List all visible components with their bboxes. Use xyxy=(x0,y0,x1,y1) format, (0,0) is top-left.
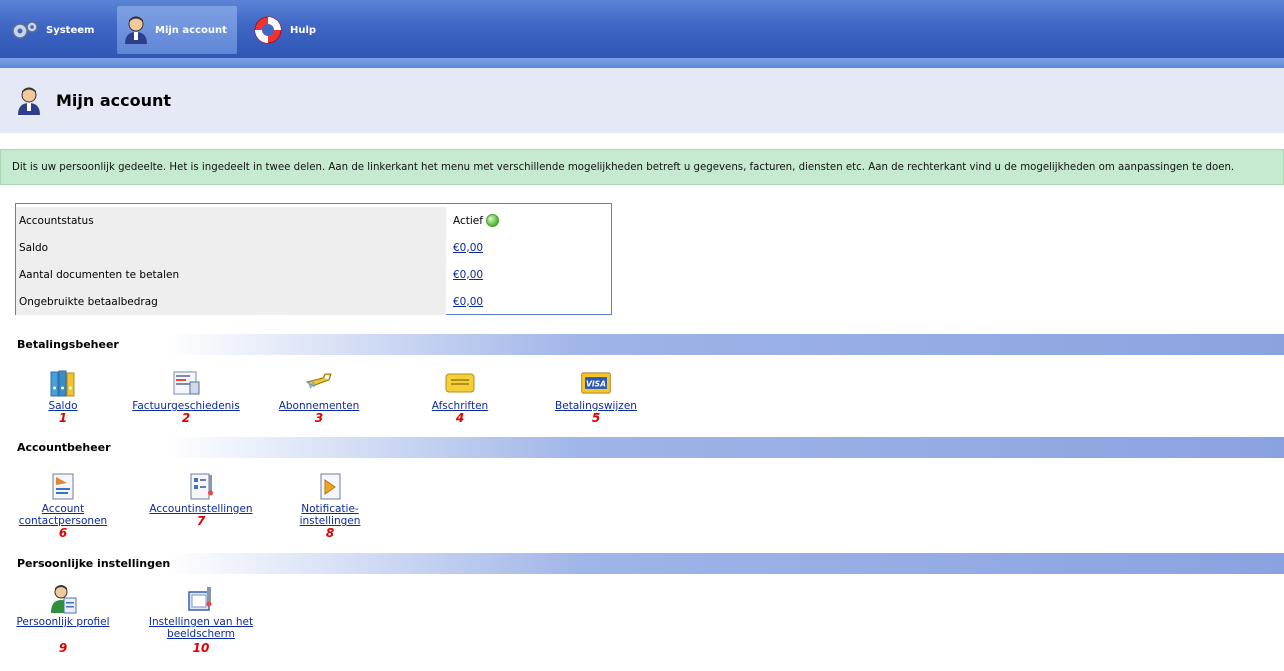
account-status-text: Actief xyxy=(453,214,483,227)
notificatie-instellingen-link[interactable]: Notificatie- instellingen xyxy=(275,503,385,527)
tab-hulp[interactable]: Hulp xyxy=(248,6,328,54)
section-persoonlijke-instellingen: Persoonlijke instellingen xyxy=(14,553,1284,574)
item-notificatie-instellingen[interactable]: Notificatie- instellingen 8 xyxy=(275,471,385,540)
table-row: Saldo €0,00 xyxy=(16,234,611,261)
svg-text:VISA: VISA xyxy=(586,379,606,388)
status-value: €0,00 xyxy=(446,242,483,254)
instellingen-beeldscherm-link[interactable]: Instellingen van het beeldscherm xyxy=(146,616,256,640)
binders-icon xyxy=(50,370,75,397)
account-contactpersonen-link[interactable]: Account contactpersonen xyxy=(8,503,118,527)
item-number: 6 xyxy=(58,526,68,540)
table-row: Accountstatus Actief xyxy=(16,207,611,234)
betaalbedrag-link[interactable]: €0,00 xyxy=(453,296,483,308)
tab-systeem-label: Systeem xyxy=(46,24,95,36)
page-title: Mijn account xyxy=(56,91,172,110)
item-number: 7 xyxy=(196,514,206,528)
link-line-1: Instellingen van het xyxy=(148,616,254,628)
card-icon xyxy=(445,373,475,393)
account-status-table: Accountstatus Actief Saldo €0,00 Aantal … xyxy=(15,203,612,315)
visa-icon: VISA xyxy=(581,372,611,394)
notification-doc-icon xyxy=(320,473,341,500)
top-navigation-bar: Systeem Mijn account Hulp xyxy=(0,0,1284,58)
lifebuoy-icon xyxy=(254,16,282,44)
status-indicator-icon xyxy=(485,214,499,227)
link-line-2: beeldscherm xyxy=(167,628,235,640)
invoice-icon xyxy=(173,371,200,395)
item-number: 2 xyxy=(181,411,191,425)
key-icon xyxy=(305,373,332,389)
profile-icon xyxy=(51,585,77,614)
status-label: Aantal documenten te betalen xyxy=(16,261,446,288)
user-icon xyxy=(18,87,40,115)
screen-settings-icon xyxy=(188,587,212,611)
contact-doc-icon xyxy=(52,473,74,500)
item-number: 9 xyxy=(58,641,68,655)
tab-mijn-account-label: Mijn account xyxy=(155,24,227,36)
item-instellingen-beeldscherm[interactable]: Instellingen van het beeldscherm 10 xyxy=(146,584,256,655)
table-row: Ongebruikte betaalbedrag €0,00 xyxy=(16,288,611,315)
status-label: Accountstatus xyxy=(16,207,446,234)
item-number: 4 xyxy=(455,411,465,425)
item-factuurgeschiedenis[interactable]: Factuurgeschiedenis 2 xyxy=(131,368,241,425)
item-accountinstellingen[interactable]: Accountinstellingen 7 xyxy=(146,471,256,528)
item-number: 1 xyxy=(58,411,68,425)
item-afschriften[interactable]: Afschriften 4 xyxy=(405,368,515,425)
page-header: Mijn account xyxy=(0,68,1284,133)
section-betalingsbeheer: Betalingsbeheer xyxy=(14,334,1284,355)
item-account-contactpersonen[interactable]: Account contactpersonen 6 xyxy=(8,471,118,540)
item-number: 10 xyxy=(192,641,210,655)
item-persoonlijk-profiel[interactable]: Persoonlijk profiel 9 xyxy=(8,584,118,655)
saldo-link[interactable]: €0,00 xyxy=(453,242,483,254)
tab-mijn-account[interactable]: Mijn account xyxy=(117,6,237,54)
user-icon xyxy=(125,16,147,44)
settings-doc-icon xyxy=(190,473,213,500)
documenten-link[interactable]: €0,00 xyxy=(453,269,483,281)
nav-strip xyxy=(0,58,1284,68)
item-number: 5 xyxy=(591,411,601,425)
status-label: Ongebruikte betaalbedrag xyxy=(16,288,446,315)
item-saldo[interactable]: Saldo 1 xyxy=(8,368,118,425)
item-number: 3 xyxy=(314,411,324,425)
item-abonnementen[interactable]: Abonnementen 3 xyxy=(264,368,374,425)
table-row: Aantal documenten te betalen €0,00 xyxy=(16,261,611,288)
link-line-1: Notificatie- xyxy=(301,503,359,515)
status-value: €0,00 xyxy=(446,269,483,281)
item-betalingswijzen[interactable]: VISA Betalingswijzen 5 xyxy=(541,368,651,425)
link-line-1: Account xyxy=(41,503,85,515)
status-label: Saldo xyxy=(16,234,446,261)
persoonlijk-profiel-link[interactable]: Persoonlijk profiel xyxy=(8,616,118,628)
tab-hulp-label: Hulp xyxy=(290,24,317,36)
status-value: Actief xyxy=(446,214,499,227)
status-value: €0,00 xyxy=(446,296,483,308)
gears-icon xyxy=(12,21,38,39)
section-accountbeheer: Accountbeheer xyxy=(14,437,1284,458)
item-number: 8 xyxy=(325,526,335,540)
info-message: Dit is uw persoonlijk gedeelte. Het is i… xyxy=(0,149,1284,185)
tab-systeem[interactable]: Systeem xyxy=(6,6,106,54)
